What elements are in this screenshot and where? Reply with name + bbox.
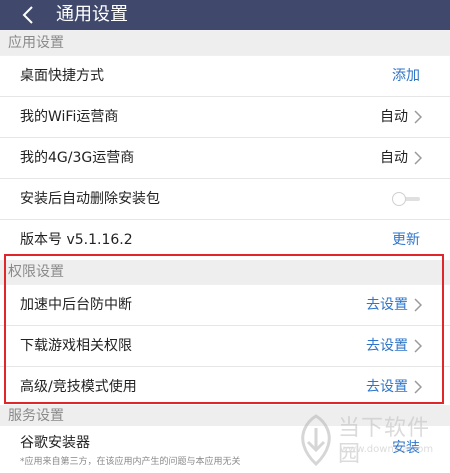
row-desktop-shortcut: 桌面快捷方式 添加	[0, 56, 450, 97]
downxia-logo-icon	[301, 414, 331, 466]
wifi-carrier-value: 自动	[380, 109, 408, 125]
chevron-right-icon	[414, 298, 422, 312]
row-label: 我的WiFi运营商	[20, 109, 119, 125]
row-permission-advanced[interactable]: 高级/竞技模式使用 去设置	[0, 367, 450, 408]
version-label: 版本号 v5.1.16.2	[20, 232, 133, 248]
add-shortcut-button[interactable]: 添加	[392, 56, 420, 96]
auto-delete-toggle[interactable]	[392, 192, 420, 206]
chevron-right-icon	[414, 339, 422, 353]
row-label: 加速中后台防中断	[20, 297, 132, 313]
row-auto-delete: 安装后自动删除安装包	[0, 179, 450, 220]
row-label: 我的4G/3G运营商	[20, 150, 135, 166]
chevron-right-icon	[414, 380, 422, 394]
section-header-app: 应用设置	[0, 31, 450, 55]
row-label: 安装后自动删除安装包	[20, 191, 160, 207]
page-title: 通用设置	[56, 4, 128, 25]
row-mobile-carrier[interactable]: 我的4G/3G运营商 自动	[0, 138, 450, 179]
watermark: 当下软件园 www.downxia.com	[298, 410, 448, 470]
watermark-url: www.downxia.com	[340, 444, 434, 455]
section-header-permission: 权限设置	[0, 260, 450, 284]
row-wifi-carrier[interactable]: 我的WiFi运营商 自动	[0, 97, 450, 138]
go-settings-button[interactable]: 去设置	[366, 326, 408, 366]
row-permission-background[interactable]: 加速中后台防中断 去设置	[0, 285, 450, 326]
row-label: 下载游戏相关权限	[20, 338, 132, 354]
watermark-name: 当下软件园	[338, 416, 431, 467]
row-permission-download[interactable]: 下载游戏相关权限 去设置	[0, 326, 450, 367]
go-settings-button[interactable]: 去设置	[366, 367, 408, 407]
chevron-right-icon	[414, 110, 422, 124]
go-settings-button[interactable]: 去设置	[366, 285, 408, 325]
row-label: 谷歌安装器	[20, 435, 90, 451]
chevron-right-icon	[414, 151, 422, 165]
mobile-carrier-value: 自动	[380, 150, 408, 166]
row-label: 桌面快捷方式	[20, 68, 104, 84]
toggle-knob	[392, 192, 406, 206]
chevron-left-icon[interactable]	[20, 5, 36, 25]
title-bar: 通用设置	[0, 0, 450, 30]
update-button[interactable]: 更新	[392, 220, 420, 260]
row-version: 版本号 v5.1.16.2 更新	[0, 220, 450, 261]
third-party-note: *应用来自第三方，在该应用内产生的问题与本应用无关	[20, 457, 241, 467]
row-label: 高级/竞技模式使用	[20, 379, 137, 395]
